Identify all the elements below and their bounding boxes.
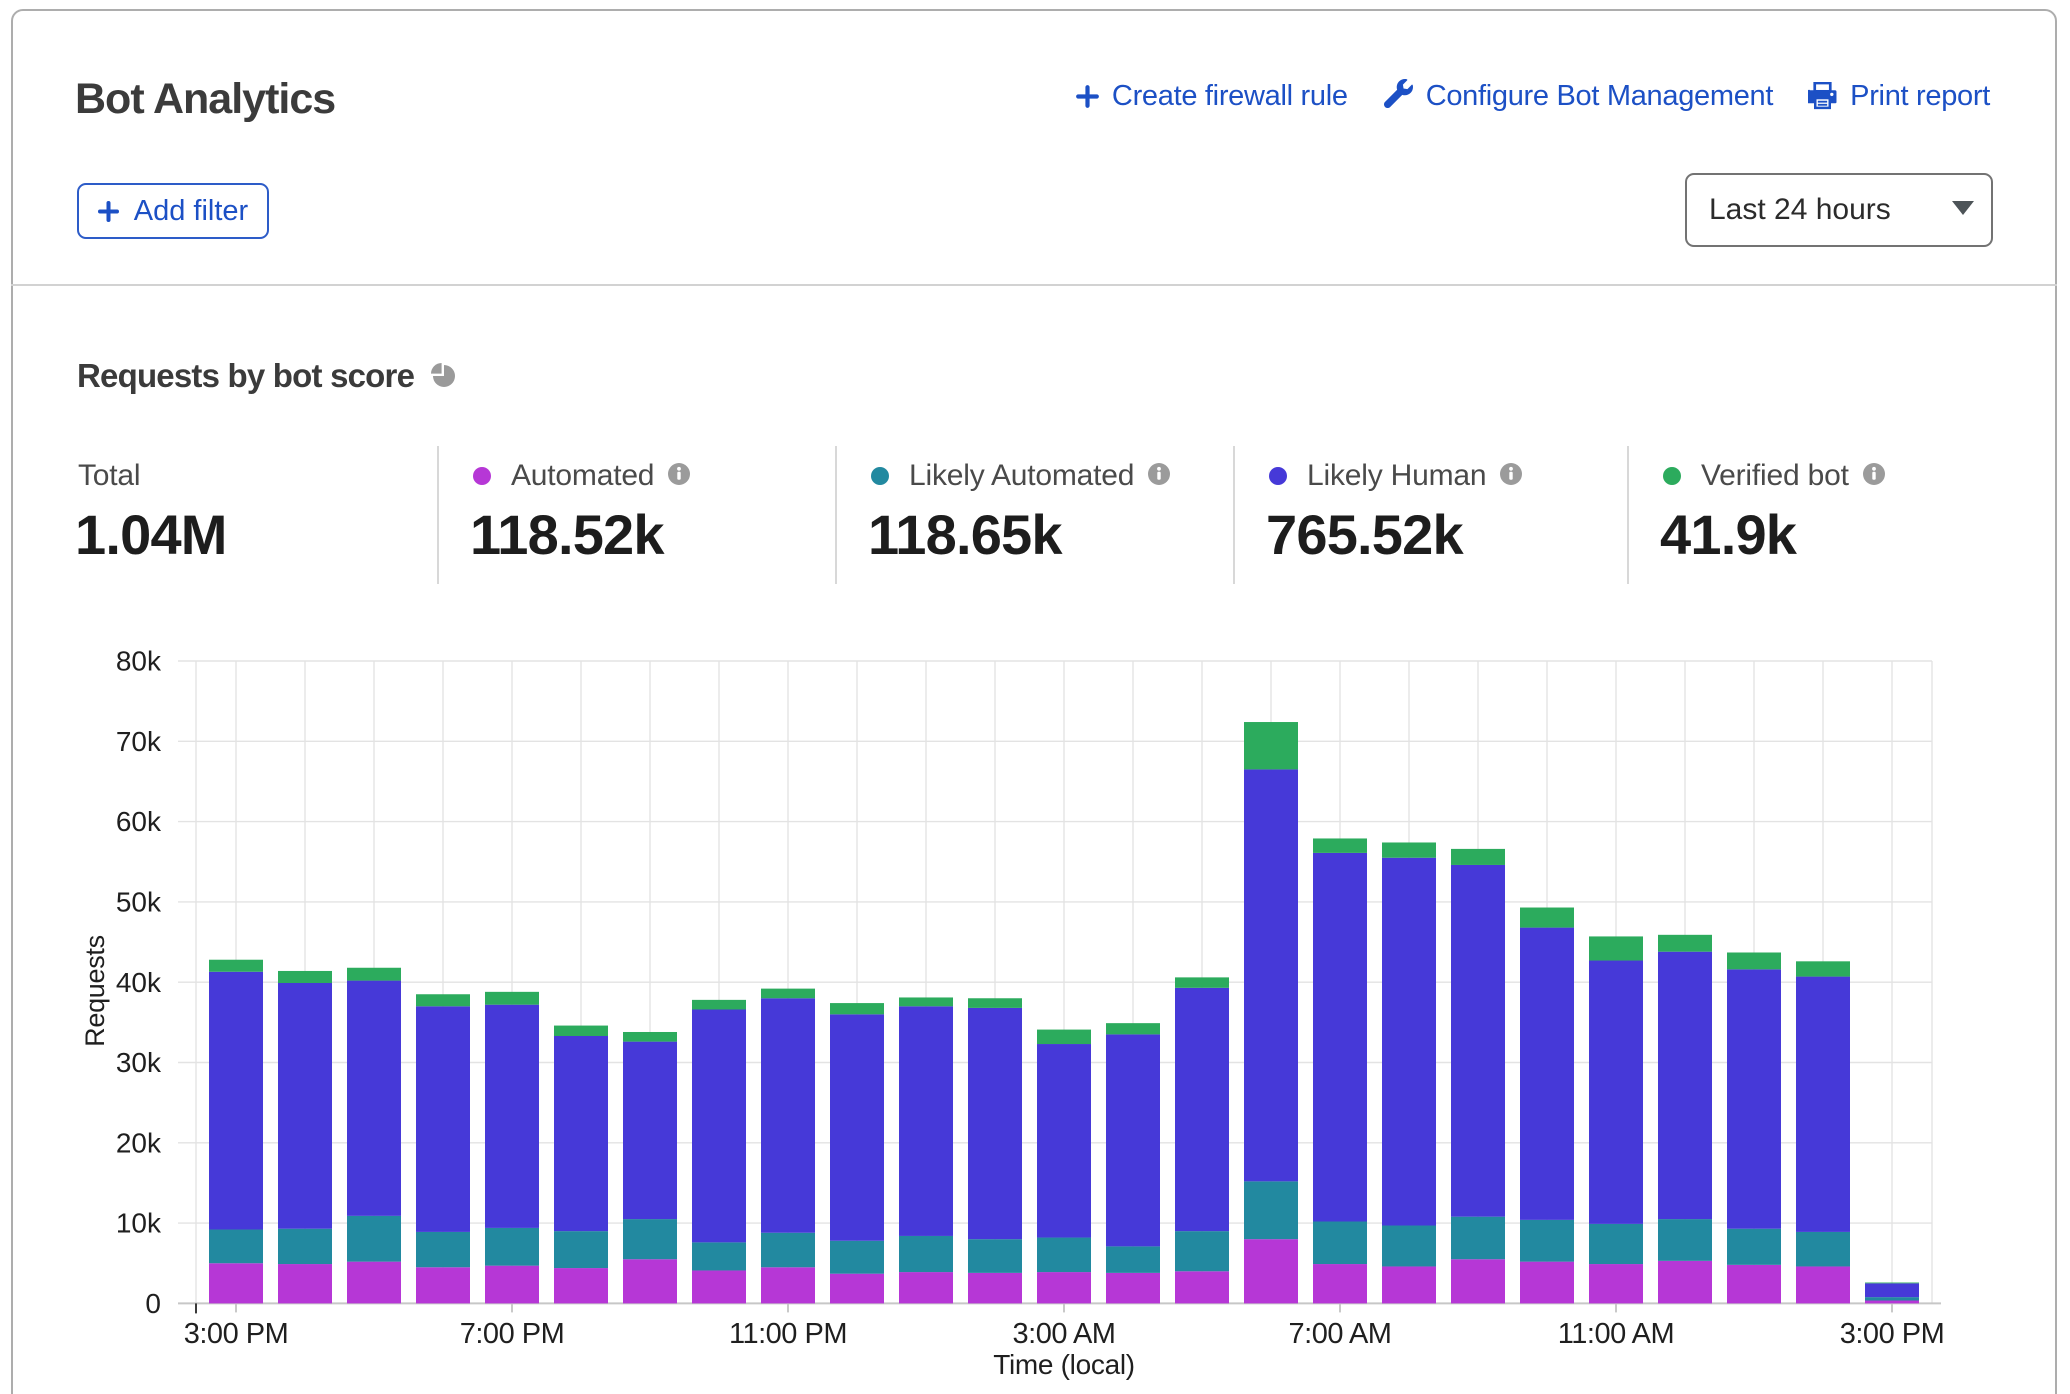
svg-text:3:00 PM: 3:00 PM xyxy=(1840,1318,1945,1350)
svg-text:3:00 AM: 3:00 AM xyxy=(1013,1318,1116,1350)
svg-text:50k: 50k xyxy=(116,887,162,918)
svg-text:80k: 80k xyxy=(116,646,162,677)
svg-text:20k: 20k xyxy=(116,1127,162,1158)
svg-text:Time (local): Time (local) xyxy=(993,1349,1135,1380)
svg-text:0: 0 xyxy=(145,1288,161,1319)
svg-text:3:00 PM: 3:00 PM xyxy=(184,1318,289,1350)
svg-text:7:00 AM: 7:00 AM xyxy=(1289,1318,1392,1350)
svg-text:11:00 AM: 11:00 AM xyxy=(1558,1318,1674,1350)
svg-text:40k: 40k xyxy=(116,967,162,998)
svg-text:Requests: Requests xyxy=(80,935,110,1047)
svg-text:30k: 30k xyxy=(116,1047,162,1078)
svg-text:60k: 60k xyxy=(116,806,162,837)
svg-text:10k: 10k xyxy=(116,1208,162,1239)
svg-text:70k: 70k xyxy=(116,726,162,757)
svg-text:7:00 PM: 7:00 PM xyxy=(460,1318,565,1350)
svg-text:11:00 PM: 11:00 PM xyxy=(729,1318,847,1350)
